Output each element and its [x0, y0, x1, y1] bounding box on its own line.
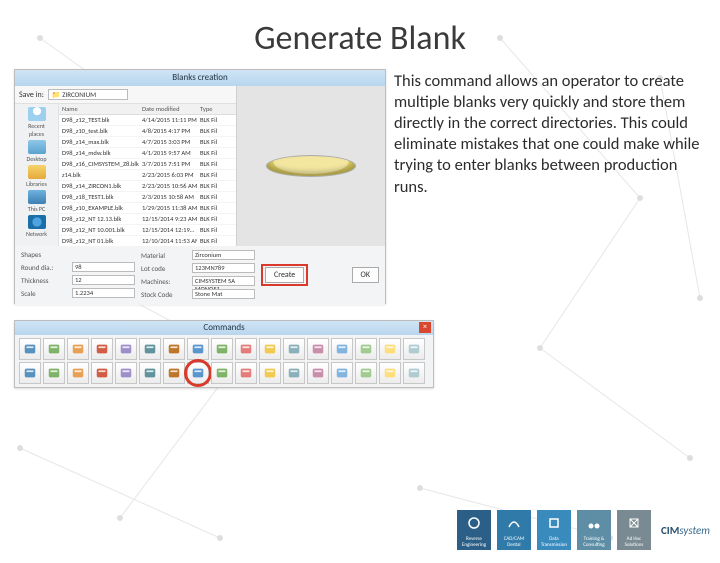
footer-tile: CAD/CAM Dental [497, 510, 531, 550]
place-this-pc[interactable]: This PC [26, 190, 48, 213]
toolbar-button[interactable] [139, 362, 161, 384]
toolbar-button[interactable] [163, 362, 185, 384]
toolbar-button[interactable] [91, 362, 113, 384]
lot-code-label: Lot code [141, 264, 189, 273]
blanks-creation-dialog: Blanks creation Save in: 📁 ZIRCONIUM Rec… [14, 69, 386, 304]
thickness-input[interactable]: 12 [72, 275, 135, 285]
round-dia-label: Round dia.: [21, 263, 69, 272]
file-row[interactable]: D98_z12_NT 01.blk12/10/2014 11:53 AMBLK … [59, 236, 236, 246]
file-row[interactable]: D98_z18_TEST1.blk2/3/2015 10:58 AMBLK Fi… [59, 192, 236, 203]
toolbar-button[interactable] [331, 362, 353, 384]
toolbar-button[interactable] [211, 338, 233, 360]
footer-tile: Training & Consulting [577, 510, 611, 550]
dialog-title: Blanks creation [15, 70, 385, 86]
stock-code-input[interactable]: Stone Mat [192, 289, 255, 299]
toolbar-button[interactable] [163, 338, 185, 360]
place-recent[interactable]: Recent places [26, 107, 48, 138]
toolbar-button[interactable] [67, 362, 89, 384]
scale-label: Scale [21, 289, 69, 298]
place-network[interactable]: Network [26, 215, 48, 238]
toolbar-button[interactable] [379, 338, 401, 360]
toolbar-button[interactable] [187, 338, 209, 360]
thickness-label: Thickness [21, 276, 69, 285]
toolbar-button[interactable] [67, 338, 89, 360]
machines-input[interactable]: CIMSYSTEM 5A MONO51 [192, 276, 255, 286]
save-in-select[interactable]: 📁 ZIRCONIUM [48, 89, 128, 100]
footer-tile: Ad Hoc Solutions [617, 510, 651, 550]
create-button[interactable]: Create [265, 267, 304, 283]
toolbar-button[interactable] [43, 338, 65, 360]
file-row[interactable]: D98_z10_EXAMPLE.blk1/29/2015 11:38 AMBLK… [59, 203, 236, 214]
footer: Reverse Engineering CAD/CAM Dental Data … [457, 510, 710, 550]
toolbar-button[interactable] [211, 362, 233, 384]
toolbar-button[interactable] [403, 338, 425, 360]
file-row[interactable]: D98_z14_max.blk4/7/2015 3:03 PMBLK Fil [59, 137, 236, 148]
disc-icon [266, 155, 356, 177]
toolbar-button[interactable] [139, 338, 161, 360]
file-list[interactable]: Name Date modified Type D98_z12_TEST.blk… [59, 104, 236, 246]
toolbar-button[interactable] [259, 338, 281, 360]
footer-tile: Reverse Engineering [457, 510, 491, 550]
toolbar-button[interactable] [91, 338, 113, 360]
place-libraries[interactable]: Libraries [26, 165, 48, 188]
toolbar-button[interactable] [283, 362, 305, 384]
toolbar-button[interactable] [19, 362, 41, 384]
folder-icon: 📁 [52, 90, 61, 99]
material-input[interactable]: Zirconium [192, 250, 255, 260]
toolbar-button[interactable] [307, 362, 329, 384]
file-browser: Save in: 📁 ZIRCONIUM Recent places Deskt… [15, 86, 237, 246]
generate-blank-button[interactable] [187, 362, 209, 384]
stock-code-label: Stock Code [141, 290, 189, 299]
file-row[interactable]: D98_z16_CIMSYSTEM_Z8.blk3/7/2015 7:51 PM… [59, 159, 236, 170]
save-in-value: ZIRCONIUM [62, 90, 96, 99]
toolbar-button[interactable] [355, 338, 377, 360]
toolbar-button[interactable] [331, 338, 353, 360]
lot-code-input[interactable]: 123MN789 [192, 263, 255, 273]
machines-label: Machines: [141, 277, 189, 286]
file-row[interactable]: D98_z12_NT 10.001.blk12/15/2014 12:19…BL… [59, 225, 236, 236]
toolbar-button[interactable] [43, 362, 65, 384]
toolbar-button[interactable] [259, 362, 281, 384]
shapes-label: Shapes [21, 250, 69, 259]
file-row[interactable]: D98_z12_NT 12.13.blk12/15/2014 9:23 AMBL… [59, 214, 236, 225]
toolbar-button[interactable] [283, 338, 305, 360]
toolbar-button[interactable] [115, 362, 137, 384]
brand-logo: CIMsystem [661, 524, 710, 537]
file-row[interactable]: D98_z14_mdw.blk4/1/2015 9:57 AMBLK Fil [59, 148, 236, 159]
blank-preview [237, 86, 385, 246]
toolbar-button[interactable] [235, 362, 257, 384]
page-title: Generate Blank [0, 18, 720, 59]
toolbar-button[interactable] [379, 362, 401, 384]
file-row[interactable]: D98_z10_test.blk4/8/2015 4:17 PMBLK Fil [59, 126, 236, 137]
scale-input[interactable]: 1.2234 [72, 288, 135, 298]
save-in-label: Save in: [19, 90, 44, 100]
file-row[interactable]: D98_z12_TEST.blk4/14/2015 11:11 PMBLK Fi… [59, 115, 236, 126]
place-desktop[interactable]: Desktop [26, 140, 48, 163]
toolbar-button[interactable] [19, 338, 41, 360]
commands-panel: Commands × [14, 320, 434, 388]
toolbar-button[interactable] [235, 338, 257, 360]
round-dia-input[interactable]: 98 [72, 262, 135, 272]
places-sidebar: Recent places Desktop Libraries This PC … [15, 104, 59, 246]
create-highlight: Create [261, 264, 308, 286]
ok-button[interactable]: OK [352, 267, 379, 283]
commands-title: Commands × [15, 321, 433, 335]
footer-tile: Data Transmission [537, 510, 571, 550]
description-text: This command allows an operator to creat… [394, 69, 706, 304]
file-row[interactable]: D98_z14_ZIRCON1.blk2/23/2015 10:56 AMBLK… [59, 181, 236, 192]
toolbar-button[interactable] [355, 362, 377, 384]
toolbar-button[interactable] [115, 338, 137, 360]
close-icon[interactable]: × [419, 322, 431, 333]
file-row[interactable]: z14.blk2/23/2015 6:03 PMBLK Fil [59, 170, 236, 181]
file-list-header: Name Date modified Type [59, 104, 236, 115]
material-label: Material [141, 251, 189, 260]
toolbar-button[interactable] [403, 362, 425, 384]
toolbar-button[interactable] [307, 338, 329, 360]
